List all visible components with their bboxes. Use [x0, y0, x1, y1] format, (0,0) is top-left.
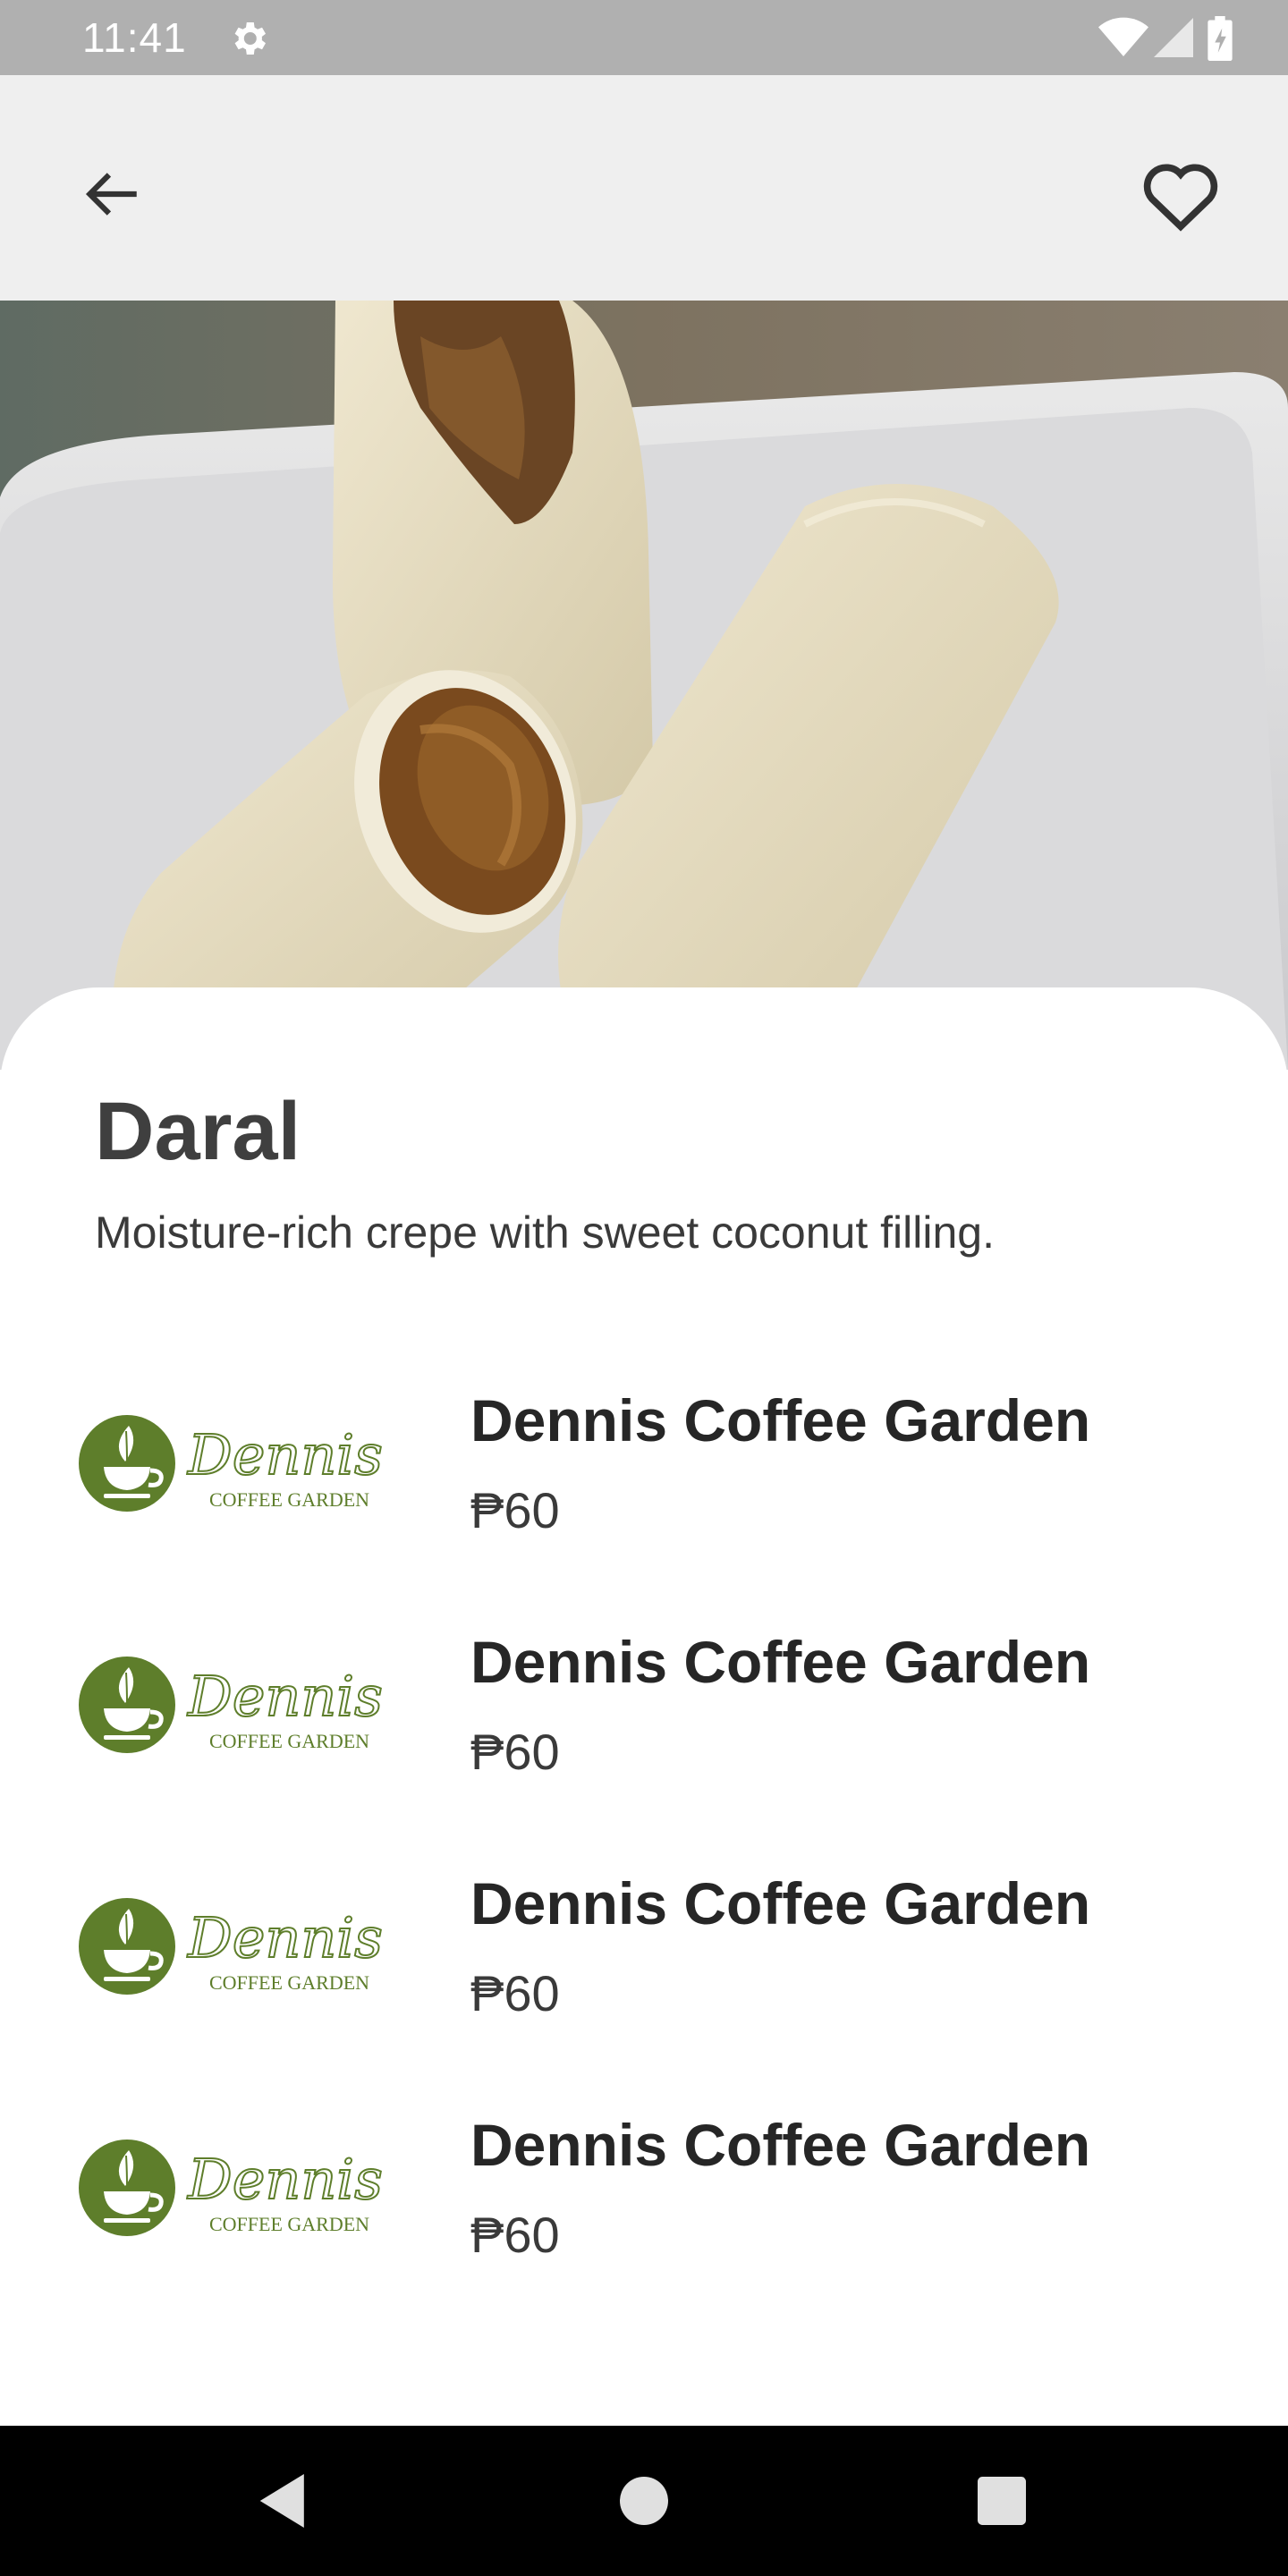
svg-text:Dennis: Dennis — [187, 1905, 383, 1970]
recents-square-icon — [978, 2477, 1026, 2525]
app-bar — [0, 75, 1288, 301]
svg-text:Dennis: Dennis — [187, 1664, 383, 1729]
dennis-coffee-garden-logo: Dennis COFFEE GARDEN — [79, 1657, 384, 1753]
svg-text:COFFEE GARDEN: COFFEE GARDEN — [209, 1488, 369, 1511]
list-item[interactable]: Dennis COFFEE GARDEN Dennis Coffee Garde… — [0, 1601, 1288, 1825]
vendor-price: ₱60 — [470, 1724, 560, 1780]
svg-text:COFFEE GARDEN: COFFEE GARDEN — [209, 1971, 369, 1994]
status-bar: 11:41 — [0, 0, 1288, 75]
cell-signal-icon — [1154, 18, 1193, 57]
nav-back-button[interactable] — [247, 2463, 322, 2538]
system-nav-bar — [0, 2426, 1288, 2576]
vendor-name: Dennis Coffee Garden — [470, 1629, 1091, 1695]
arrow-left-icon — [85, 173, 137, 216]
list-item[interactable]: Dennis COFFEE GARDEN Dennis Coffee Garde… — [0, 1843, 1288, 2066]
product-title: Daral — [95, 1086, 301, 1177]
status-time: 11:41 — [82, 14, 187, 61]
vendor-price: ₱60 — [470, 1965, 560, 2021]
svg-text:Dennis: Dennis — [187, 1422, 383, 1487]
daral-photo — [0, 301, 1288, 1070]
back-button[interactable] — [72, 154, 152, 234]
nav-recents-button[interactable] — [964, 2463, 1039, 2538]
nav-home-button[interactable] — [606, 2463, 682, 2538]
list-item[interactable]: Dennis COFFEE GARDEN Dennis Coffee Garde… — [0, 2084, 1288, 2308]
vendor-price: ₱60 — [470, 2207, 560, 2263]
dennis-coffee-garden-logo: Dennis COFFEE GARDEN — [79, 2140, 384, 2236]
dennis-coffee-garden-logo: Dennis COFFEE GARDEN — [79, 1415, 384, 1512]
vendor-name: Dennis Coffee Garden — [470, 2112, 1091, 2178]
home-circle-icon — [620, 2477, 668, 2525]
vendor-name: Dennis Coffee Garden — [470, 1387, 1091, 1453]
wifi-icon — [1098, 17, 1148, 56]
list-item[interactable]: Dennis COFFEE GARDEN Dennis Coffee Garde… — [0, 1360, 1288, 1583]
svg-text:COFFEE GARDEN: COFFEE GARDEN — [209, 1730, 369, 1752]
dennis-coffee-garden-logo: Dennis COFFEE GARDEN — [79, 1898, 384, 1995]
product-description: Moisture-rich crepe with sweet coconut f… — [95, 1208, 995, 1258]
vendor-name: Dennis Coffee Garden — [470, 1870, 1091, 1936]
vendor-price: ₱60 — [470, 1482, 560, 1538]
product-image — [0, 301, 1288, 1070]
gear-icon — [234, 22, 266, 55]
svg-text:COFFEE GARDEN: COFFEE GARDEN — [209, 2213, 369, 2235]
back-triangle-icon — [259, 2474, 304, 2528]
favorite-button[interactable] — [1136, 154, 1225, 234]
svg-text:Dennis: Dennis — [187, 2147, 383, 2212]
battery-icon — [1208, 16, 1233, 61]
heart-outline-icon — [1143, 164, 1218, 232]
